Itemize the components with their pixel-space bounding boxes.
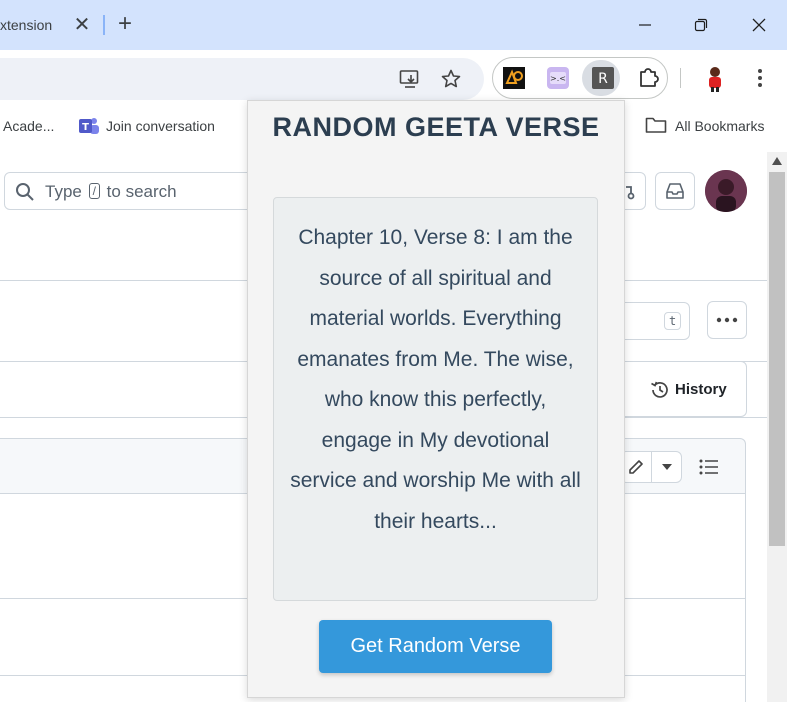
search-shortcut-key: / — [88, 183, 100, 199]
install-app-icon — [399, 70, 419, 88]
music-extension-button[interactable] — [502, 66, 526, 90]
pencil-icon — [629, 460, 643, 474]
history-icon — [651, 381, 668, 398]
kbd-t: t — [664, 312, 682, 330]
folder-icon — [645, 117, 667, 133]
history-link[interactable]: History — [675, 381, 727, 398]
go-to-file-input[interactable]: t — [620, 302, 690, 340]
bookmark-all-bookmarks[interactable]: All Bookmarks — [675, 118, 764, 134]
file-content-border — [745, 494, 746, 702]
page-scrollbar[interactable] — [767, 152, 787, 702]
close-window-button[interactable] — [736, 8, 782, 42]
verse-container: Chapter 10, Verse 8: I am the source of … — [273, 197, 598, 601]
profile-avatar-icon — [709, 67, 721, 92]
close-icon — [752, 18, 766, 32]
profile-button[interactable] — [703, 64, 727, 92]
browser-toolbar: >.< R — [0, 50, 787, 107]
search-icon — [16, 183, 34, 201]
tab-close-icon[interactable]: ✕ — [70, 13, 94, 37]
extension-letter: R — [598, 71, 608, 87]
avatar-photo-icon — [705, 170, 747, 212]
verse-text: Chapter 10, Verse 8: I am the source of … — [290, 226, 581, 533]
bookmark-star-icon — [441, 69, 461, 88]
address-bar[interactable] — [0, 58, 484, 100]
triangle-down-icon — [662, 464, 672, 470]
search-placeholder: Type / to search — [45, 182, 177, 202]
inbox-button[interactable] — [655, 172, 695, 210]
face-extension-icon: >.< — [547, 67, 569, 89]
extensions-menu-button[interactable] — [636, 66, 660, 90]
toolbar-divider — [680, 68, 681, 88]
more-options-button[interactable] — [707, 301, 747, 339]
search-prefix: Type — [45, 182, 82, 201]
inbox-icon — [666, 183, 684, 199]
music-extension-icon — [503, 67, 525, 89]
minimize-icon — [639, 24, 651, 26]
browser-tab[interactable]: xtension ✕ — [0, 0, 108, 50]
scroll-up-arrow-icon[interactable] — [772, 157, 782, 165]
random-geeta-popup: RANDOM GEETA VERSE Chapter 10, Verse 8: … — [247, 100, 625, 698]
search-suffix: to search — [106, 182, 177, 201]
search-input[interactable]: Type / to search — [4, 172, 266, 210]
outline-button[interactable] — [697, 455, 721, 479]
random-geeta-extension-icon: R — [592, 67, 614, 89]
install-app-button[interactable] — [398, 67, 422, 91]
edit-dropdown-button[interactable] — [652, 452, 682, 482]
scrollbar-thumb[interactable] — [769, 172, 785, 546]
user-avatar[interactable] — [705, 170, 747, 212]
puzzle-extensions-icon — [640, 68, 659, 87]
tab-separator — [103, 15, 105, 35]
random-geeta-extension-button[interactable]: R — [591, 66, 615, 90]
bookmark-star-button[interactable] — [439, 67, 463, 91]
extensions-group: >.< R — [492, 57, 668, 99]
edit-button-group — [620, 451, 682, 483]
svg-text:T: T — [82, 122, 89, 133]
browser-menu-button[interactable] — [748, 66, 772, 90]
face-extension-button[interactable]: >.< — [546, 66, 570, 90]
edit-file-button[interactable] — [621, 452, 651, 482]
ellipsis-icon — [716, 317, 738, 323]
tab-strip: xtension ✕ + — [0, 0, 787, 50]
get-random-verse-button[interactable]: Get Random Verse — [319, 620, 552, 673]
teams-icon: T — [79, 118, 99, 134]
bookmark-join-conversation[interactable]: Join conversation — [106, 118, 215, 134]
restore-icon — [694, 18, 708, 32]
svg-text:>.<: >.< — [550, 74, 566, 83]
restore-button[interactable] — [678, 8, 724, 42]
kebab-menu-icon — [758, 69, 762, 87]
minimize-button[interactable] — [622, 8, 668, 42]
tab-title: xtension — [0, 17, 53, 33]
popup-title: RANDOM GEETA VERSE — [272, 112, 600, 142]
list-icon — [699, 459, 718, 475]
bookmark-academy[interactable]: Acade... — [3, 118, 54, 134]
new-tab-button[interactable]: + — [113, 12, 137, 37]
